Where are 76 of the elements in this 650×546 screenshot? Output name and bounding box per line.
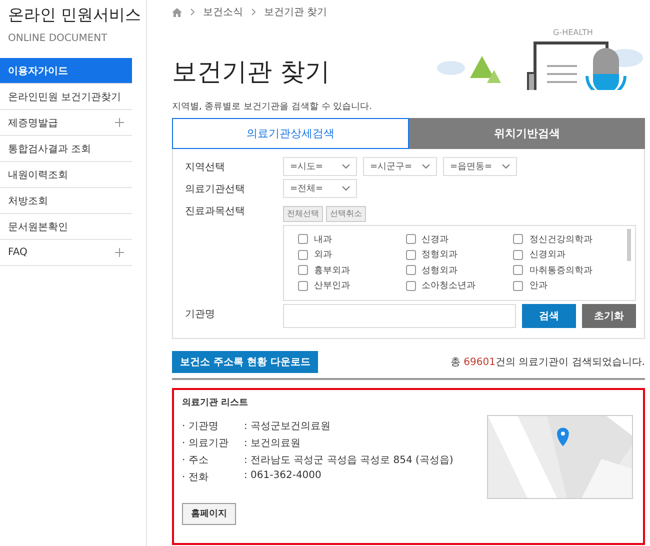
- department-checkbox[interactable]: 마취통증의학과: [513, 264, 621, 277]
- select-dropdown[interactable]: =전체=: [283, 179, 357, 198]
- checkbox[interactable]: [298, 234, 308, 244]
- department-checkbox[interactable]: 외과: [298, 248, 406, 262]
- breadcrumb-link[interactable]: 보건소식: [203, 5, 243, 19]
- select-button[interactable]: 선택취소: [326, 206, 366, 222]
- chevron-down-icon[interactable]: [342, 164, 350, 169]
- checkbox[interactable]: [298, 250, 308, 260]
- plus-icon[interactable]: [115, 118, 124, 127]
- checkbox[interactable]: [513, 265, 524, 276]
- field-label: 의료기관선택: [185, 183, 246, 196]
- sidebar-item[interactable]: 문서원본확인: [0, 214, 132, 240]
- home-icon[interactable]: [172, 8, 182, 16]
- info-label: · 주소: [182, 454, 210, 466]
- name-input-field[interactable]: [283, 304, 516, 328]
- checkbox[interactable]: [406, 280, 416, 291]
- checkbox[interactable]: [513, 280, 524, 291]
- department-checkbox[interactable]: 내과: [298, 232, 406, 246]
- checkbox[interactable]: [298, 265, 308, 276]
- checkbox[interactable]: [513, 250, 524, 260]
- field-label: 진료과목선택: [185, 205, 246, 218]
- checkbox[interactable]: [406, 265, 416, 276]
- chevron-down-icon[interactable]: [502, 164, 510, 169]
- info-value: : 보건의료원: [244, 436, 301, 450]
- description-text: 지역별, 종류별로 보건기관을 검색할 수 있습니다.: [172, 101, 374, 113]
- sidebar-item[interactable]: 이용자가이드: [0, 58, 132, 84]
- chevron-icon: [251, 8, 256, 16]
- department-checkbox[interactable]: 정신건강의학과: [513, 232, 621, 246]
- select-dropdown[interactable]: =시군구=: [363, 157, 437, 176]
- department-checkbox[interactable]: 소아청소년과: [406, 279, 514, 292]
- chevron-down-icon[interactable]: [422, 164, 430, 169]
- search-tab[interactable]: 의료기관상세검색: [172, 118, 408, 149]
- info-value: : 전라남도 곡성군 곡성읍 곡성로 854 (곡성읍): [244, 454, 454, 466]
- sidebar-item[interactable]: 처방조회: [0, 188, 132, 214]
- list-title: 의료기관 리스트: [182, 396, 250, 408]
- download-button[interactable]: 보건소 주소록 현황 다운로드: [172, 350, 318, 372]
- info-label: · 전화: [182, 470, 210, 484]
- checkbox[interactable]: [406, 250, 416, 260]
- sidebar-item[interactable]: 통합검사결과 조회: [0, 136, 132, 162]
- department-checkbox[interactable]: 흉부외과: [298, 264, 406, 277]
- sidebar-item[interactable]: 제증명발급: [0, 110, 132, 136]
- scrollbar-thumb[interactable]: [627, 228, 631, 260]
- select-dropdown[interactable]: =읍면동=: [443, 157, 517, 176]
- info-value: : 곡성군보건의료원: [244, 420, 331, 432]
- field-label: 지역선택: [185, 161, 226, 174]
- search-button[interactable]: 검색: [522, 304, 576, 328]
- plus-icon[interactable]: [115, 248, 124, 257]
- sidebar-item[interactable]: 온라인민원 보건기관찾기: [0, 84, 132, 110]
- select-button[interactable]: 전체선택: [283, 206, 323, 222]
- reset-button[interactable]: 초기화: [582, 304, 636, 328]
- checkbox[interactable]: [298, 280, 308, 291]
- select-dropdown[interactable]: =시도=: [283, 157, 357, 176]
- search-tab[interactable]: 위치기반검색: [408, 118, 645, 149]
- department-checkbox[interactable]: 신경과: [406, 232, 514, 246]
- result-count-text: 총 69601건의 의료기관이 검색되었습니다.: [450, 356, 645, 368]
- sidebar-item[interactable]: 내원이력조회: [0, 162, 132, 188]
- department-checkbox[interactable]: 안과: [513, 279, 621, 292]
- checkbox[interactable]: [513, 234, 524, 244]
- homepage-button[interactable]: 홈페이지: [182, 502, 236, 524]
- site-subtitle: ONLINE DOCUMENT: [7, 32, 108, 44]
- department-checkbox[interactable]: 정형외과: [406, 248, 514, 262]
- site-title: 온라인 민원서비스: [7, 4, 142, 26]
- chevron-icon: [190, 8, 195, 16]
- banner-text: G-HEALTH: [553, 28, 593, 37]
- info-label: · 의료기관: [182, 436, 230, 450]
- info-value: : 061-362-4000: [244, 470, 322, 482]
- chevron-down-icon[interactable]: [342, 186, 350, 191]
- sidebar-item[interactable]: FAQ: [0, 240, 132, 266]
- department-checkbox[interactable]: 산부인과: [298, 279, 406, 292]
- info-label: · 기관명: [182, 420, 220, 432]
- field-label: 기관명: [185, 308, 216, 320]
- department-checkbox[interactable]: 신경외과: [513, 248, 621, 262]
- page-title: 보건기관 찾기: [172, 56, 330, 88]
- checkbox[interactable]: [406, 234, 416, 244]
- department-checkbox[interactable]: 성형외과: [406, 264, 514, 277]
- breadcrumb-link[interactable]: 보건기관 찾기: [264, 5, 328, 19]
